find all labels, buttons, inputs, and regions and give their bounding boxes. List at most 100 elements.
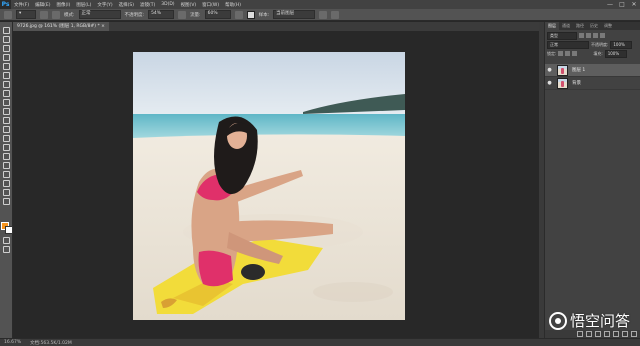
tab-channels[interactable]: 通道 xyxy=(559,22,573,30)
menu-bar: Ps 文件(F) 编辑(E) 图像(I) 图层(L) 文字(Y) 选择(S) 滤… xyxy=(0,0,640,9)
history-brush-tool-icon[interactable] xyxy=(2,107,11,115)
menu-window[interactable]: 窗口(W) xyxy=(199,2,222,8)
opacity-field[interactable]: 54% xyxy=(148,10,175,19)
lasso-tool-icon[interactable] xyxy=(2,44,11,52)
tab-layers[interactable]: 图层 xyxy=(545,22,559,30)
visibility-eye-icon[interactable]: ● xyxy=(545,80,554,86)
menu-file[interactable]: 文件(F) xyxy=(11,2,32,8)
maximize-button[interactable]: □ xyxy=(616,0,628,9)
link-layers-icon[interactable] xyxy=(577,331,583,337)
brush-panel-icon[interactable] xyxy=(40,10,48,19)
pressure-opacity-icon[interactable] xyxy=(178,10,187,19)
blur-tool-icon[interactable] xyxy=(2,134,11,142)
zoom-level[interactable]: 16.67% xyxy=(4,340,21,345)
menu-view[interactable]: 视图(V) xyxy=(178,2,200,8)
eraser-tool-icon[interactable] xyxy=(2,116,11,124)
add-mask-icon[interactable] xyxy=(595,331,601,337)
sample-select[interactable]: 当前图层 xyxy=(273,10,316,19)
aligned-checkbox[interactable] xyxy=(246,10,255,19)
watermark: 悟空问答 xyxy=(548,310,630,331)
mode-label: 模式: xyxy=(64,12,75,18)
zoom-tool-icon[interactable] xyxy=(2,197,11,205)
pen-tool-icon[interactable] xyxy=(2,152,11,160)
layer-row-background[interactable]: ● 背景 xyxy=(545,77,640,90)
watermark-text: 悟空问答 xyxy=(569,312,630,330)
new-adjustment-icon[interactable] xyxy=(604,331,610,337)
clone-source-icon[interactable] xyxy=(52,10,60,19)
menu-edit[interactable]: 编辑(E) xyxy=(32,2,53,8)
lock-pixels-icon[interactable] xyxy=(558,51,564,56)
collapsed-panel-strip[interactable] xyxy=(539,22,544,338)
fill-label: 填充: xyxy=(593,50,603,56)
layer-row-layer-1[interactable]: ● 图层 1 xyxy=(545,64,640,77)
marquee-tool-icon[interactable] xyxy=(2,35,11,43)
menu-help[interactable]: 帮助(H) xyxy=(222,2,244,8)
tab-history[interactable]: 历史 xyxy=(587,22,601,30)
type-tool-icon[interactable] xyxy=(2,161,11,169)
filter-adjustment-icon[interactable] xyxy=(586,33,591,38)
document-tab-bar: 9726.jpg @ 161% (图层 1, RGB/8#) * × xyxy=(13,22,539,31)
beach-photo[interactable] xyxy=(133,52,405,320)
move-tool-icon[interactable] xyxy=(2,26,11,34)
canvas-area[interactable] xyxy=(14,31,540,338)
tab-paths[interactable]: 路径 xyxy=(573,22,587,30)
pressure-size-icon[interactable] xyxy=(331,10,340,19)
healing-brush-tool-icon[interactable] xyxy=(2,80,11,88)
flow-field[interactable]: 60% xyxy=(204,10,231,19)
lock-position-icon[interactable] xyxy=(565,51,571,56)
layer-name: 背景 xyxy=(572,81,581,86)
mode-select[interactable]: 正常 xyxy=(78,10,121,19)
clone-stamp-tool-icon[interactable] xyxy=(2,98,11,106)
path-select-tool-icon[interactable] xyxy=(2,170,11,178)
layer-thumbnail xyxy=(557,77,568,89)
background-color-swatch[interactable] xyxy=(5,226,13,234)
layer-thumbnail xyxy=(557,64,568,76)
layer-opacity-label: 不透明度: xyxy=(591,41,609,47)
delete-layer-icon[interactable] xyxy=(631,331,637,337)
sample-label: 样本: xyxy=(258,12,270,18)
opacity-label: 不透明度: xyxy=(124,12,145,18)
menu-layer[interactable]: 图层(L) xyxy=(73,2,94,8)
close-button[interactable]: ✕ xyxy=(628,0,640,9)
layers-panel: 图层 通道 路径 历史 调整 类型 正常 不透明度: 100% 锁定: 填充: … xyxy=(545,22,640,338)
lock-all-icon[interactable] xyxy=(572,51,578,56)
brush-size-picker[interactable]: ▾ xyxy=(16,10,36,19)
quick-mask-icon[interactable] xyxy=(2,236,11,244)
shape-tool-icon[interactable] xyxy=(2,179,11,187)
clone-stamp-tool-icon[interactable] xyxy=(4,10,12,19)
crop-tool-icon[interactable] xyxy=(2,62,11,70)
filter-pixel-icon[interactable] xyxy=(579,33,584,38)
window-controls: — □ ✕ xyxy=(604,0,640,9)
menu-image[interactable]: 图像(I) xyxy=(53,2,73,8)
tab-adjustments[interactable]: 调整 xyxy=(601,22,615,30)
new-group-icon[interactable] xyxy=(613,331,619,337)
quick-select-tool-icon[interactable] xyxy=(2,53,11,61)
new-layer-icon[interactable] xyxy=(622,331,628,337)
menu-select[interactable]: 选择(S) xyxy=(116,2,137,8)
fill-field[interactable]: 100% xyxy=(604,49,627,58)
layer-opacity-field[interactable]: 100% xyxy=(610,40,633,49)
airbrush-icon[interactable] xyxy=(234,10,243,19)
minimize-button[interactable]: — xyxy=(604,0,616,9)
status-bar: 16.67% 文档:563.5K/1.02M xyxy=(0,338,640,346)
layer-style-icon[interactable] xyxy=(586,331,592,337)
brush-tool-icon[interactable] xyxy=(2,89,11,97)
ignore-adjustment-layers-icon[interactable] xyxy=(319,10,328,19)
blend-mode-select[interactable]: 正常 xyxy=(547,40,589,49)
menu-filter[interactable]: 滤镜(T) xyxy=(137,2,158,8)
visibility-eye-icon[interactable]: ● xyxy=(545,67,554,73)
document-info: 文档:563.5K/1.02M xyxy=(30,341,72,346)
photoshop-logo-icon: Ps xyxy=(0,0,11,9)
screen-mode-icon[interactable] xyxy=(2,245,11,253)
filter-shape-icon[interactable] xyxy=(600,33,605,38)
document-tab[interactable]: 9726.jpg @ 161% (图层 1, RGB/8#) * × xyxy=(13,22,109,31)
menu-type[interactable]: 文字(Y) xyxy=(94,2,115,8)
dodge-tool-icon[interactable] xyxy=(2,143,11,151)
gradient-tool-icon[interactable] xyxy=(2,125,11,133)
lock-label: 锁定: xyxy=(547,50,557,56)
filter-kind-select[interactable]: 类型 xyxy=(547,31,577,40)
menu-3d[interactable]: 3D(D) xyxy=(158,2,177,7)
hand-tool-icon[interactable] xyxy=(2,188,11,196)
eyedropper-tool-icon[interactable] xyxy=(2,71,11,79)
filter-type-icon[interactable] xyxy=(593,33,598,38)
